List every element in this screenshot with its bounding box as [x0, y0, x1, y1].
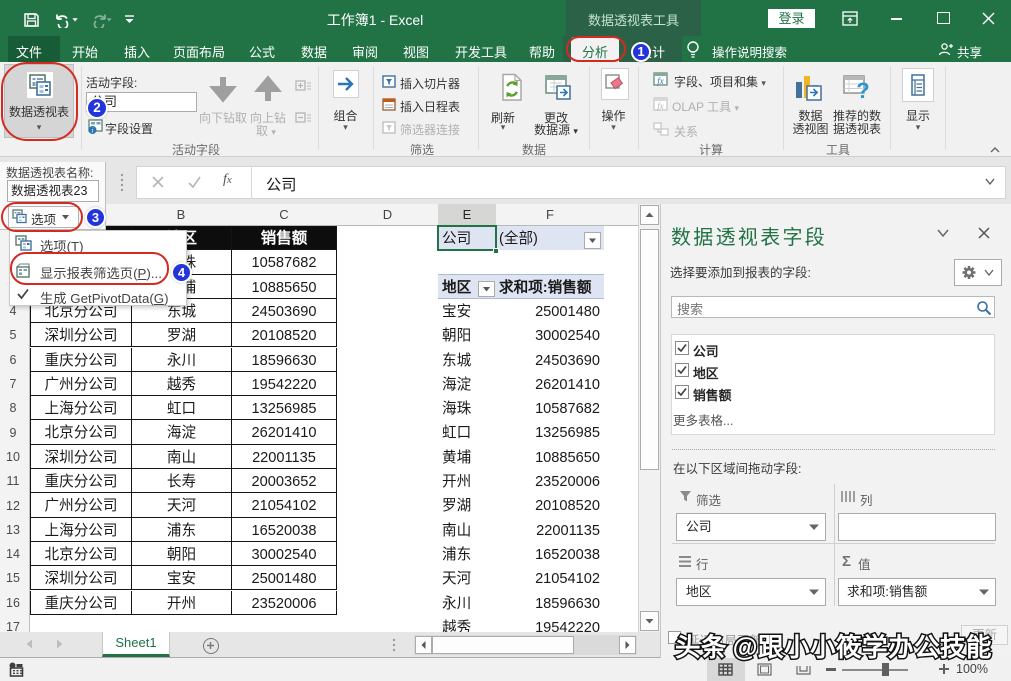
svg-text:?: ? [856, 78, 869, 103]
svg-text:i: i [92, 127, 94, 134]
svg-text:fx: fx [657, 101, 664, 111]
svg-text:fx: fx [657, 76, 664, 86]
svg-text:头条 @跟小小筱学办公技能: 头条 @跟小小筱学办公技能 [675, 633, 992, 662]
